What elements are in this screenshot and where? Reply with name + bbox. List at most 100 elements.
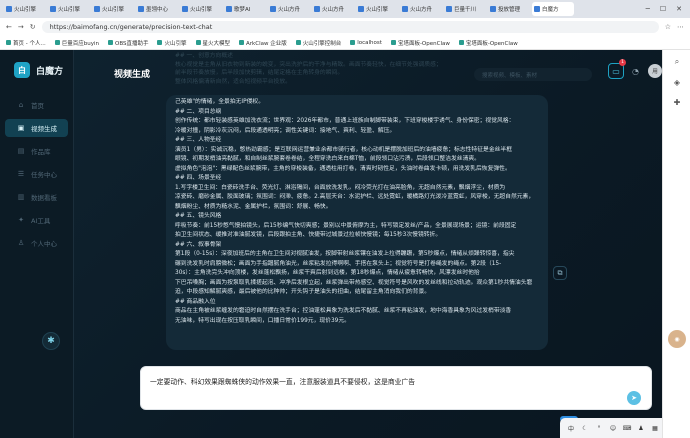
close-icon[interactable]: ✕ bbox=[676, 5, 682, 13]
message-line: 下巴吊嗓胸；画面为按泵取乳揉搓起泡、冲净后发根立起，丝浆弹出带热感空、视觉符号是… bbox=[175, 279, 533, 286]
bookmark-item[interactable]: 宝塔面板-OpenClaw bbox=[458, 39, 518, 47]
tab-label: 投放管理 bbox=[498, 7, 521, 13]
bookmark-label: 巨量百应buyin bbox=[61, 40, 99, 47]
sidebar-item-label: 任务中心 bbox=[31, 171, 57, 179]
sidebar-item-label: 首页 bbox=[31, 102, 44, 110]
bookmark-favicon-icon bbox=[350, 40, 356, 45]
tab-favicon-icon bbox=[270, 6, 276, 12]
punctuation-icon[interactable]: ° bbox=[594, 423, 604, 433]
bookmark-label: OBS直播助手 bbox=[114, 40, 149, 47]
language-icon[interactable]: 中 bbox=[566, 423, 576, 433]
bookmark-favicon-icon bbox=[295, 40, 301, 45]
edge-sidebar: ⌕ ◈ ✚ bbox=[662, 50, 690, 438]
window-controls: ─ ☐ ✕ bbox=[646, 5, 690, 13]
sidebar-item[interactable]: ▣ 视频生成 bbox=[5, 119, 68, 137]
video-icon: ▣ bbox=[17, 124, 25, 132]
profile-avatar[interactable]: ◉ bbox=[668, 330, 686, 348]
bell-icon[interactable]: ◔ bbox=[632, 67, 639, 76]
maximize-icon[interactable]: ☐ bbox=[660, 5, 666, 13]
bookmark-label: localhost bbox=[357, 39, 382, 46]
browser-tab[interactable]: 投放管理 bbox=[488, 2, 530, 16]
bookmark-item[interactable]: ArkClaw 企业版 bbox=[239, 39, 287, 47]
user-icon[interactable]: ♟ bbox=[636, 423, 646, 433]
star-icon[interactable]: ☆ bbox=[665, 23, 671, 31]
sidebar-nav: ⌂ 首页 ▣ 视频生成 ▤ 作品库 ☰ 任务中心 ▥ 数据看板 ✦ AI工具 ♙ 个人中心 bbox=[0, 96, 73, 252]
bookmark-item[interactable]: 火山引擎控制台 bbox=[295, 39, 342, 47]
message-line: 创作传统：都市轻装感英雄加洗衣流；世界观：2026年都市，普通上班族自制脚带装束… bbox=[175, 118, 515, 124]
forward-icon[interactable]: → bbox=[18, 23, 24, 31]
brand[interactable]: 白 白魔方 bbox=[0, 50, 73, 78]
copy-icon[interactable]: ⧉ bbox=[553, 266, 567, 280]
tab-favicon-icon bbox=[226, 6, 232, 12]
bookmark-label: ArkClaw 企业版 bbox=[246, 40, 287, 47]
bookmark-label: 火山引擎控制台 bbox=[302, 40, 342, 47]
sidebar: 白 白魔方 ⌂ 首页 ▣ 视频生成 ▤ 作品库 ☰ 任务中心 ▥ 数据看板 ✦ AI工具 ♙ 个人中心 ✱ bbox=[0, 50, 74, 438]
bookmark-item[interactable]: 首页 - 个人... bbox=[6, 39, 46, 47]
message-line: 眼镜、初期发梢油亮黏腻，和自制丝浆腕套卷卷结，全程穿洗白来白棉T恤，前段领口沾污… bbox=[175, 156, 480, 162]
tab-label: 火山引擎 bbox=[366, 7, 389, 13]
browser-tab[interactable]: 火山方舟 bbox=[400, 2, 442, 16]
copilot-icon[interactable]: ◈ bbox=[671, 76, 683, 88]
logo-icon: 白 bbox=[14, 62, 30, 78]
moon-icon[interactable]: ☾ bbox=[580, 423, 590, 433]
extensions-icon[interactable]: ⋯ bbox=[677, 23, 684, 31]
page-title: 视频生成 bbox=[114, 70, 151, 80]
send-button[interactable]: ➤ bbox=[627, 391, 641, 405]
bookmark-item[interactable]: 星火大模型 bbox=[195, 39, 230, 47]
browser-tab[interactable]: 白魔方 bbox=[532, 2, 574, 16]
sidebar-item[interactable]: ✦ AI工具 bbox=[5, 211, 68, 229]
bookmark-favicon-icon bbox=[458, 40, 464, 45]
sidebar-item[interactable]: ▥ 数据看板 bbox=[5, 188, 68, 206]
browser-tab[interactable]: 火山引擎 bbox=[356, 2, 398, 16]
tab-favicon-icon bbox=[402, 6, 408, 12]
bookmark-item[interactable]: 火山引擎 bbox=[157, 39, 187, 47]
browser-tab[interactable]: 火山引擎 bbox=[48, 2, 90, 16]
grid-icon[interactable]: ▦ bbox=[650, 423, 660, 433]
sidebar-item[interactable]: ▤ 作品库 bbox=[5, 142, 68, 160]
browser-tab[interactable]: 火山方舟 bbox=[268, 2, 310, 16]
bookmark-item[interactable]: 巨量百应buyin bbox=[54, 39, 99, 47]
avatar[interactable]: 用 bbox=[648, 64, 662, 78]
reload-icon[interactable]: ↻ bbox=[30, 23, 36, 31]
keyboard-icon[interactable]: ⌨ bbox=[622, 423, 632, 433]
sidebar-item-label: 作品库 bbox=[31, 148, 51, 156]
settings-icon[interactable]: ✱ bbox=[42, 332, 60, 350]
header-search-input[interactable]: 搜索视频、模板、素材 bbox=[474, 68, 592, 81]
sidebar-item-label: 视频生成 bbox=[31, 125, 57, 133]
emoji-icon[interactable]: ☺ bbox=[608, 423, 618, 433]
sidebar-item[interactable]: ♙ 个人中心 bbox=[5, 234, 68, 252]
bookmark-label: 火山引擎 bbox=[164, 40, 187, 47]
library-icon: ▤ bbox=[17, 147, 25, 155]
browser-tab[interactable]: 墨翎中心 bbox=[136, 2, 178, 16]
browser-tab[interactable]: 火山引擎 bbox=[92, 2, 134, 16]
message-line: 虚拟角色"泡泡"：黑绿配色丝浆腕带，主角的穿梭装备，通透柱用打卷，清爽时韧性足，… bbox=[175, 165, 511, 172]
bookmark-item[interactable]: OBS直播助手 bbox=[107, 39, 149, 47]
sidebar-item[interactable]: ⌂ 首页 bbox=[5, 96, 68, 114]
message-line: ## 六、叙事骨架 bbox=[175, 241, 222, 248]
tab-label: 火山引擎 bbox=[190, 7, 213, 13]
tools-icon[interactable]: ✚ bbox=[671, 96, 683, 108]
sidebar-item-label: 个人中心 bbox=[31, 240, 57, 248]
bookmark-item[interactable]: 宝塔面板-OpenClaw bbox=[390, 39, 450, 47]
message-line: ## 商品融入位 bbox=[175, 298, 216, 305]
url-field[interactable]: https://baimofang.cn/generate/precision-… bbox=[41, 21, 659, 33]
bookmark-label: 宝塔面板-OpenClaw bbox=[397, 40, 450, 47]
message-line: 迫，中段感知解腻爽感，最后被他的比种帅；开头钩子是油头的扭曲，结尾留主角消向我们… bbox=[175, 289, 431, 295]
search-icon[interactable]: ⌕ bbox=[671, 56, 683, 68]
back-icon[interactable]: ← bbox=[6, 23, 12, 31]
url-text: https://baimofang.cn/generate/precision-… bbox=[49, 23, 213, 31]
bookmark-item[interactable]: localhost bbox=[350, 40, 382, 46]
tab-favicon-icon bbox=[446, 6, 452, 12]
tab-favicon-icon bbox=[50, 6, 56, 12]
prompt-input[interactable]: 一定要动作、科幻效果跟蜘蛛侠的动作效果一直，注意服装道具不要侵权，这是商业广告 bbox=[140, 366, 652, 410]
browser-tab[interactable]: 火山引擎 bbox=[180, 2, 222, 16]
browser-tab[interactable]: 巨量千川 bbox=[444, 2, 486, 16]
browser-tab[interactable]: 火山引擎 bbox=[4, 2, 46, 16]
browser-tab[interactable]: 火山方舟 bbox=[312, 2, 354, 16]
minimize-icon[interactable]: ─ bbox=[646, 5, 650, 13]
browser-tab[interactable]: 歌梦AI bbox=[224, 2, 266, 16]
bookmark-label: 首页 - 个人... bbox=[13, 40, 46, 47]
sidebar-item[interactable]: ☰ 任务中心 bbox=[5, 165, 68, 183]
prompt-input-text: 一定要动作、科幻效果跟蜘蛛侠的动作效果一直，注意服装道具不要侵权，这是商业广告 bbox=[150, 378, 416, 386]
tab-favicon-icon bbox=[358, 6, 364, 12]
